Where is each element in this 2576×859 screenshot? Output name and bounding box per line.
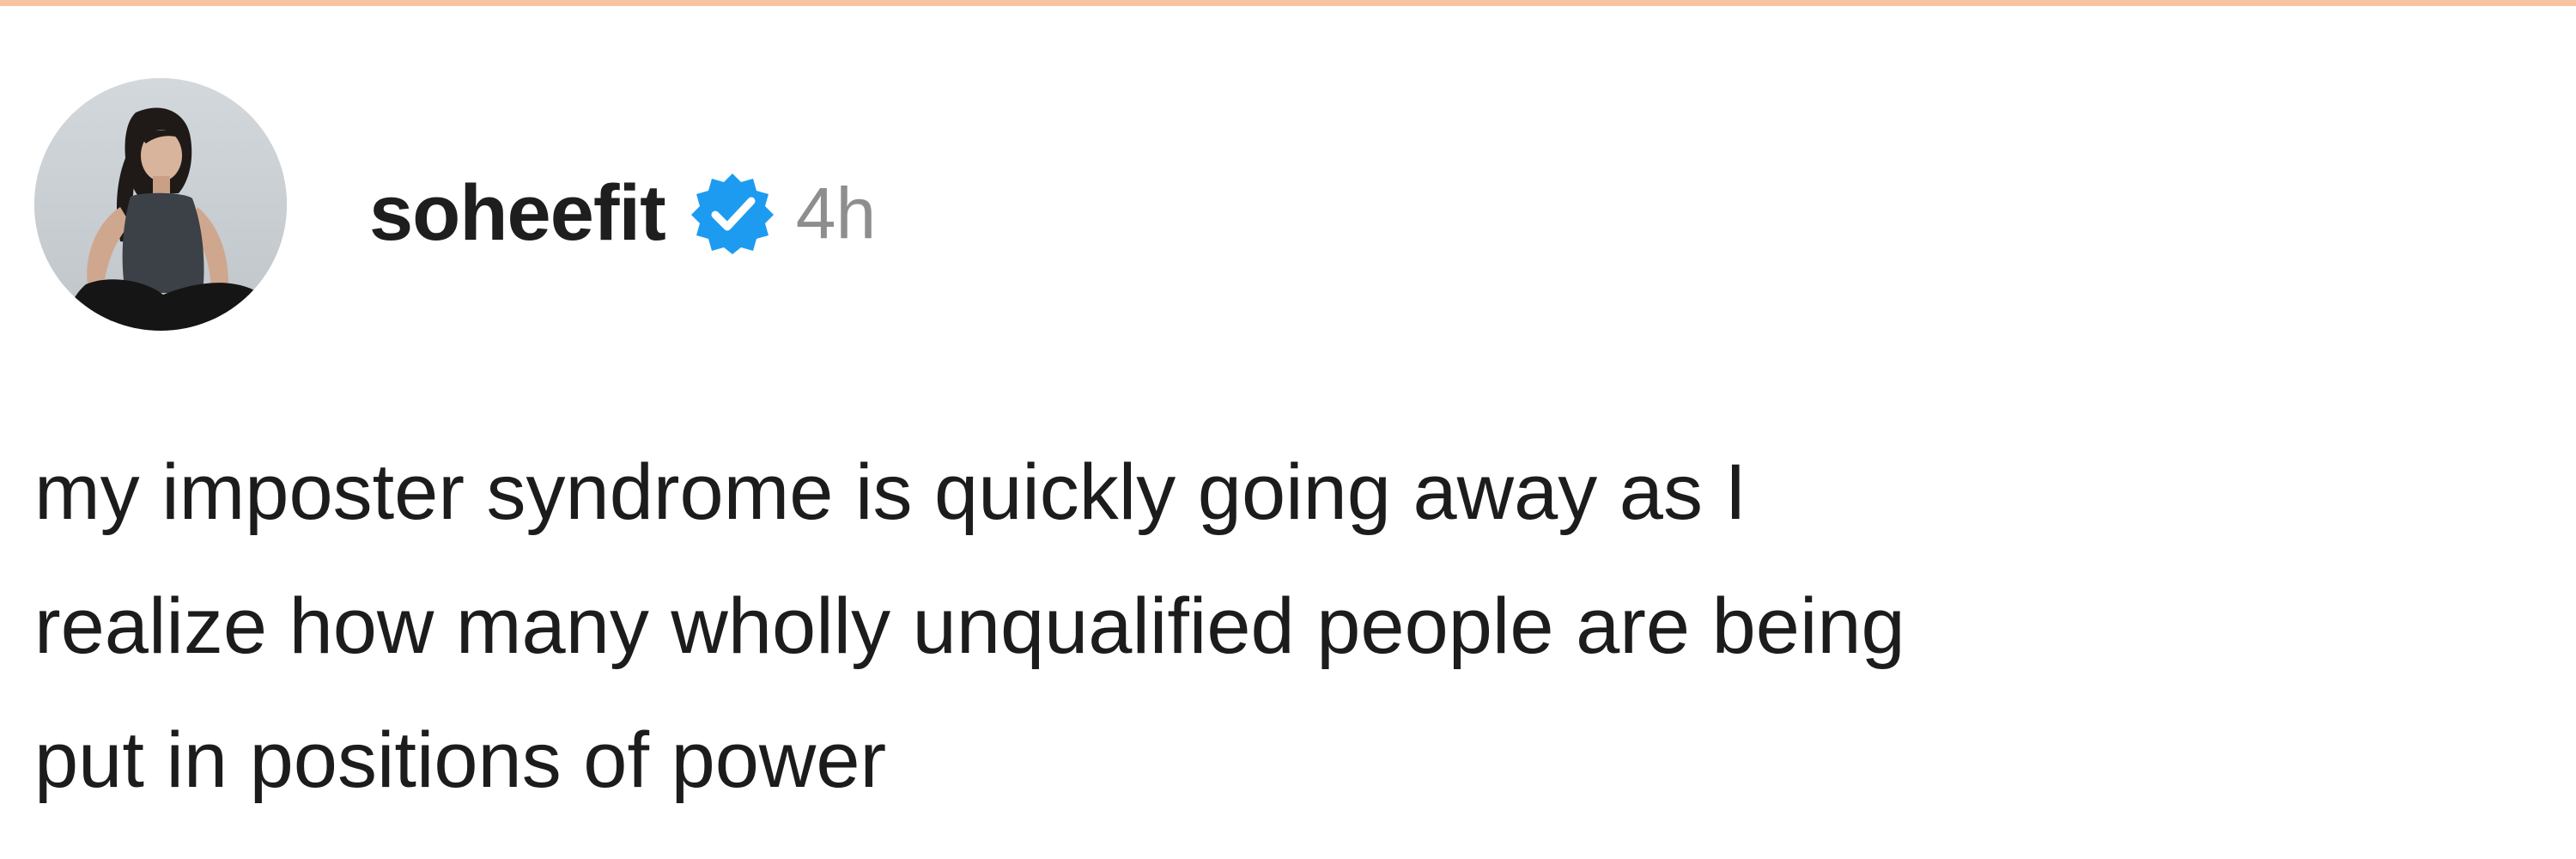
post-text-line: put in positions of power — [34, 716, 887, 804]
profile-photo-icon — [34, 78, 287, 331]
username[interactable]: soheefit — [369, 174, 666, 253]
post-text-line: realize how many wholly unqualified peop… — [34, 582, 1905, 670]
post-header: soheefit 4h — [369, 157, 876, 269]
verified-badge-icon — [690, 170, 775, 256]
timestamp: 4h — [795, 173, 877, 253]
post-text: my imposter syndrome is quickly going aw… — [34, 425, 2559, 827]
avatar[interactable] — [34, 78, 287, 331]
top-accent-border — [0, 0, 2576, 6]
post-text-line: my imposter syndrome is quickly going aw… — [34, 448, 1747, 536]
post-card: soheefit 4h my imposter syndrome is quic… — [0, 6, 2576, 859]
